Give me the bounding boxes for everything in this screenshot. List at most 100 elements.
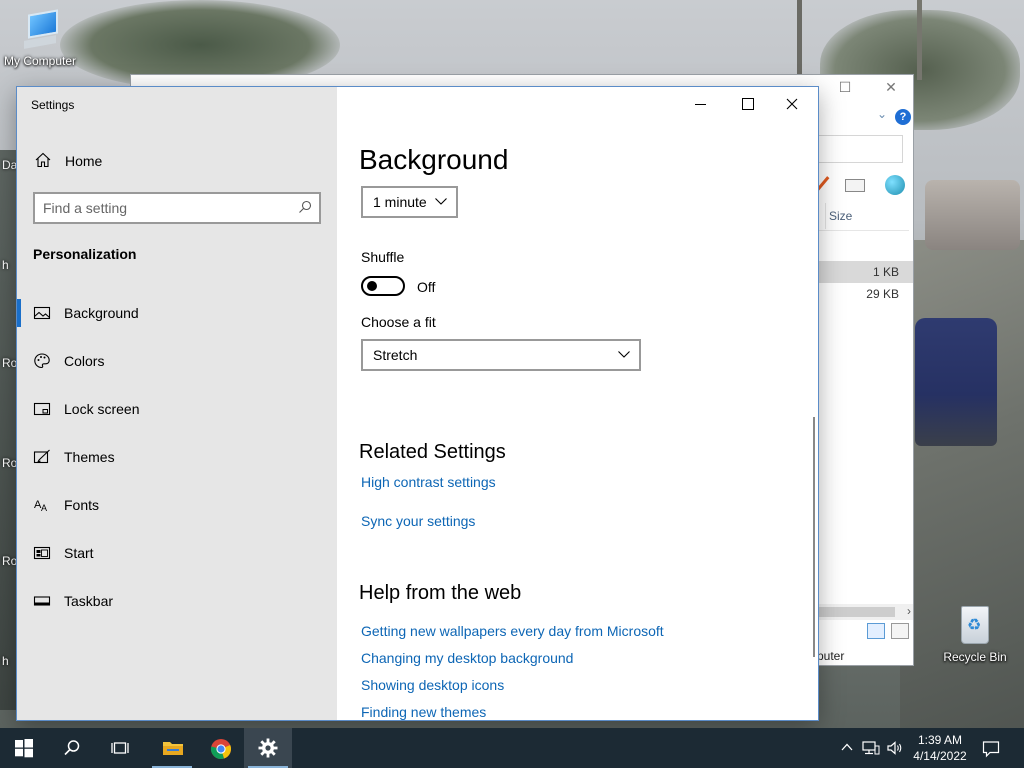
fit-label: Choose a fit [361,314,436,330]
globe-icon[interactable] [885,175,905,195]
horizontal-scrollbar[interactable]: › [817,604,913,620]
sidebar-item-taskbar[interactable]: Taskbar [17,581,337,621]
page-title: Background [359,144,509,175]
large-icons-view-icon[interactable] [891,623,909,639]
related-settings-heading: Related Settings [359,441,506,463]
lock-screen-icon [33,402,51,416]
chevron-down-icon[interactable]: ⌄ [877,107,887,121]
link-change-desktop-background[interactable]: Changing my desktop background [361,650,573,666]
search-box[interactable] [33,192,321,224]
explorer-maximize-button[interactable]: ☐ [835,79,855,99]
sidebar-item-label: Taskbar [64,593,114,609]
network-icon[interactable] [862,740,880,756]
details-view-icon[interactable] [867,623,885,639]
sidebar-item-label: Fonts [64,497,100,513]
table-row[interactable]: 29 KB [817,283,913,305]
sidebar-item-start[interactable]: Start [17,533,337,573]
sidebar-item-lock-screen[interactable]: Lock screen [17,389,337,429]
file-size: 29 KB [866,287,899,301]
explorer-close-button[interactable]: ✕ [881,79,901,99]
search-button[interactable] [48,728,96,768]
explorer-toolbar [815,173,915,197]
search-icon[interactable] [297,199,313,215]
link-high-contrast-settings[interactable]: High contrast settings [361,474,496,490]
clock-date: 4/14/2022 [913,749,967,763]
link-sync-your-settings[interactable]: Sync your settings [361,513,475,529]
sidebar-item-colors[interactable]: Colors [17,341,337,381]
link-show-desktop-icons[interactable]: Showing desktop icons [361,677,504,693]
section-title: Personalization [33,246,137,262]
minimize-button[interactable] [678,91,724,117]
toggle-state-text: Off [417,279,436,295]
maximize-button[interactable] [724,91,770,117]
gear-icon [258,738,278,758]
file-size: 1 KB [872,265,899,279]
link-new-wallpapers[interactable]: Getting new wallpapers every day from Mi… [361,623,664,639]
shuffle-toggle[interactable] [361,276,405,296]
chevron-right-icon[interactable]: › [907,604,911,618]
chevron-down-icon [618,351,630,358]
sidebar-item-fonts[interactable]: A A Fonts [17,485,337,525]
dropdown-value: 1 minute [373,194,427,210]
explorer-search-box[interactable] [817,135,903,163]
desktop-icon-label-partial[interactable]: Ro [2,456,17,470]
search-input[interactable] [43,199,293,217]
table-row[interactable]: 1 KB [817,261,913,283]
recycle-bin-icon [955,602,995,646]
link-find-new-themes[interactable]: Finding new themes [361,704,486,720]
fonts-icon: A A [34,499,47,513]
settings-window[interactable]: Settings Home Personalization Background [17,87,818,720]
interval-dropdown[interactable]: 1 minute [361,186,458,218]
shuffle-label: Shuffle [361,249,405,265]
status-text: puter [817,649,845,663]
search-icon [64,740,80,756]
sidebar-item-label: Background [64,305,139,321]
explorer-column-header[interactable]: Size [817,201,909,231]
taskbar-icon [33,596,51,606]
computer-icon [20,9,60,50]
help-icon[interactable]: ? [895,109,911,125]
desktop-icon-recycle-bin[interactable]: Recycle Bin [938,602,1012,664]
start-icon [33,546,51,560]
clock-time: 1:39 AM [917,733,963,747]
desktop-icon-my-computer[interactable]: My Computer [0,9,80,68]
settings-content: Background 1 minute Shuffle Off Choose a… [337,87,818,720]
taskbar-clock[interactable]: 1:39 AM 4/14/2022 [906,732,974,764]
start-button[interactable] [0,728,48,768]
scrollbar-thumb[interactable] [819,607,895,617]
volume-icon[interactable] [886,740,904,756]
sidebar-item-background[interactable]: Background [17,293,337,333]
fit-dropdown[interactable]: Stretch [361,339,641,371]
desktop-icon-label-partial[interactable]: Ro [2,554,17,568]
desktop-icon-label-partial[interactable]: h [2,654,9,668]
help-heading: Help from the web [359,582,522,604]
svg-text:A: A [41,503,47,513]
mail-icon[interactable] [845,179,865,192]
taskbar-settings[interactable] [244,728,292,768]
desktop-icon-label-partial[interactable]: Ro [2,356,17,370]
sidebar-item-label: Start [64,545,94,561]
taskbar: 1:39 AM 4/14/2022 [0,728,1024,768]
sidebar-item-label: Lock screen [64,401,140,417]
settings-sidebar: Settings Home Personalization Background [17,87,337,720]
palette-icon [34,353,50,369]
taskbar-chrome[interactable] [196,728,244,768]
sidebar-item-themes[interactable]: Themes [17,437,337,477]
themes-icon [33,449,50,464]
system-tray [836,728,906,768]
explorer-status-bar: puter [817,647,913,665]
sidebar-item-home[interactable]: Home [17,147,337,175]
chevron-up-icon[interactable] [840,740,854,754]
desktop-icon-label-partial[interactable]: h [2,258,9,272]
sidebar-item-label: Themes [64,449,115,465]
vertical-scrollbar[interactable] [813,417,815,657]
desktop-icon-label-partial[interactable]: Da [2,158,17,172]
sidebar-item-label: Colors [64,353,105,369]
chevron-down-icon [435,198,447,205]
task-view-button[interactable] [96,728,144,768]
taskbar-file-explorer[interactable] [148,728,196,768]
column-header-size[interactable]: Size [829,209,852,223]
close-button[interactable] [769,91,815,117]
action-center-button[interactable] [978,728,1018,768]
dropdown-value: Stretch [373,347,418,363]
